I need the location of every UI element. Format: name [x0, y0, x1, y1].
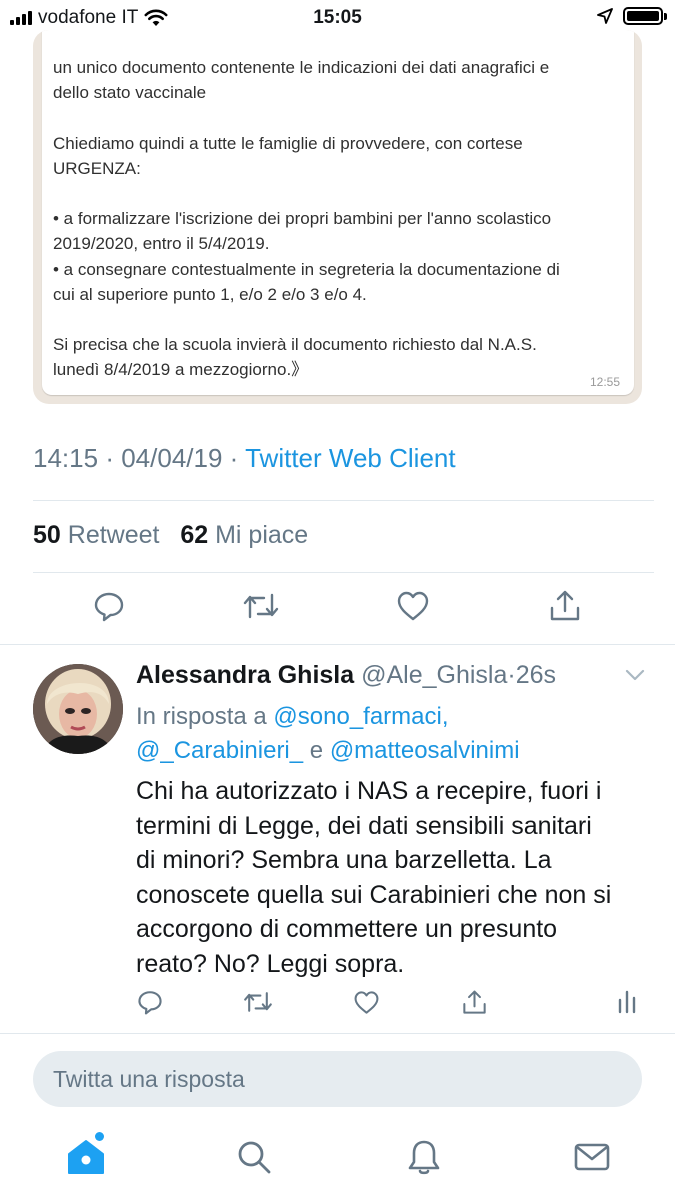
author-handle[interactable]: @Ale_Ghisla — [361, 661, 507, 689]
messages-icon — [574, 1143, 610, 1171]
retweet-icon — [243, 593, 279, 619]
share-button[interactable] — [458, 986, 490, 1018]
likes-link[interactable]: 62 Mi piace — [180, 521, 308, 549]
like-icon — [397, 591, 429, 621]
bottom-tab-bar — [0, 1125, 675, 1200]
tab-search[interactable] — [232, 1135, 276, 1179]
message-text: un unico documento contenente le indicaz… — [53, 58, 560, 380]
reply-text: Chi ha autorizzato i NAS a recepire, fuo… — [136, 777, 612, 978]
divider — [0, 644, 675, 645]
reply-composer — [33, 1051, 642, 1107]
engagement-counts: 50 Retweet 62 Mi piace — [33, 521, 308, 550]
status-right — [597, 7, 667, 25]
tweet-date: 04/04/19 — [121, 443, 223, 473]
tweet-time: 14:15 — [33, 443, 99, 473]
new-content-dot — [95, 1132, 104, 1141]
avatar[interactable] — [33, 664, 123, 754]
like-icon — [354, 990, 378, 1014]
meta-separator: · — [105, 443, 114, 473]
reply-header: Alessandra Ghisla @Ale_Ghisla·26s — [136, 661, 556, 690]
message-bubble: un unico documento contenente le indicaz… — [42, 30, 634, 395]
tweet-actions — [0, 586, 675, 632]
reply-icon — [138, 991, 162, 1015]
reply-button[interactable] — [134, 986, 166, 1018]
reply-icon — [94, 592, 124, 622]
reply-actions — [0, 986, 675, 1022]
tab-home[interactable] — [64, 1132, 108, 1179]
tweet-timestamp: 14:15 · 04/04/19 · Twitter Web Client — [33, 443, 456, 474]
clock: 15:05 — [313, 7, 362, 28]
retweet-count: 50 — [33, 521, 61, 549]
retweets-link[interactable]: 50 Retweet — [33, 521, 159, 549]
reply-button[interactable] — [89, 586, 129, 626]
location-arrow-icon — [597, 8, 613, 24]
share-icon — [462, 990, 486, 1014]
in-reply-prefix: In risposta a — [136, 703, 267, 730]
battery-icon — [623, 7, 667, 25]
notifications-icon — [408, 1140, 440, 1175]
meta-separator: · — [507, 661, 516, 689]
like-label: Mi piace — [215, 521, 309, 549]
divider — [33, 572, 654, 573]
mention-link[interactable]: @sono_farmaci, — [273, 703, 448, 730]
avatar-image — [33, 664, 123, 754]
in-reply-conjunction: e — [309, 737, 324, 764]
divider — [0, 1033, 675, 1034]
meta-separator: · — [229, 443, 239, 473]
analytics-button[interactable] — [611, 986, 643, 1018]
share-button[interactable] — [545, 586, 585, 626]
retweet-button[interactable] — [242, 986, 274, 1018]
retweet-icon — [244, 992, 272, 1012]
like-count: 62 — [180, 521, 209, 549]
tab-notifications[interactable] — [402, 1135, 446, 1179]
reply-age: 26s — [515, 661, 557, 689]
share-icon — [550, 590, 580, 621]
like-button[interactable] — [350, 986, 382, 1018]
tab-messages[interactable] — [570, 1135, 614, 1179]
message-time: 12:55 — [589, 375, 620, 389]
in-reply-to: In risposta a @sono_farmaci, @_Carabinie… — [136, 700, 656, 768]
retweet-button[interactable] — [241, 586, 281, 626]
reply-input[interactable] — [53, 1051, 623, 1107]
home-icon — [68, 1140, 104, 1174]
like-button[interactable] — [393, 586, 433, 626]
analytics-icon — [618, 990, 636, 1014]
chevron-down-icon — [625, 669, 645, 681]
mention-link[interactable]: @_Carabinieri_ — [136, 737, 303, 764]
tweet-menu-button[interactable] — [625, 668, 645, 686]
retweet-label: Retweet — [67, 521, 160, 549]
tweet-client-link[interactable]: Twitter Web Client — [245, 443, 455, 473]
mention-link[interactable]: @matteosalvinimi — [330, 737, 520, 764]
search-icon — [238, 1141, 271, 1174]
author-name[interactable]: Alessandra Ghisla — [136, 661, 354, 689]
divider — [33, 500, 654, 501]
tweet-media-image[interactable]: un unico documento contenente le indicaz… — [33, 30, 642, 404]
